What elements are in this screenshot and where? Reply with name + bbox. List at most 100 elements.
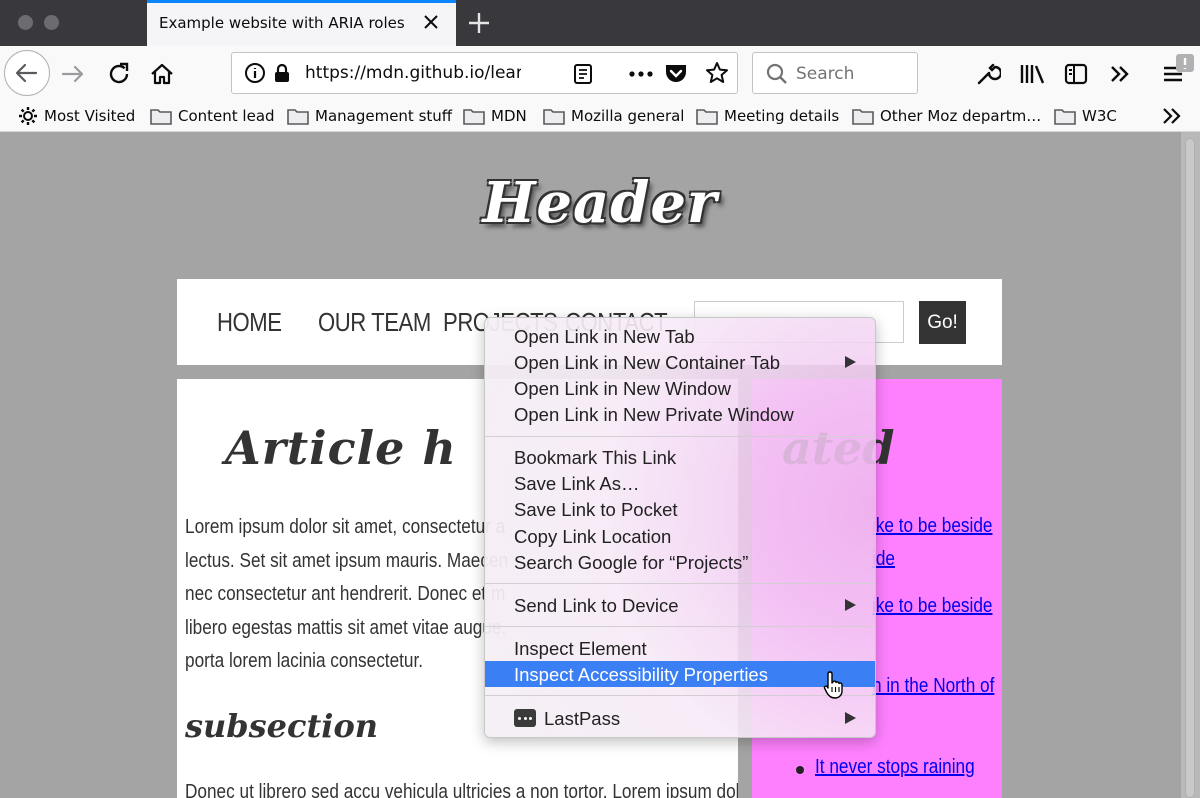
bookmarks-overflow-chevron-icon[interactable] xyxy=(1160,106,1184,126)
folder-icon xyxy=(852,109,874,125)
menu-item-open-new-window[interactable]: Open Link in New Window xyxy=(485,375,875,401)
aside-link[interactable]: ike to be beside xyxy=(872,515,992,538)
menu-item-copy-link-location[interactable]: Copy Link Location xyxy=(485,523,875,549)
search-placeholder: Search xyxy=(796,64,855,84)
bookmark-label: Meeting details xyxy=(724,107,840,125)
menu-item-label: Open Link in New Tab xyxy=(514,326,695,347)
menu-item-inspect-element[interactable]: Inspect Element xyxy=(485,635,875,661)
folder-icon xyxy=(287,109,309,125)
bookmark-label: Mozilla general xyxy=(571,107,685,125)
article-line: Donec ut librero sed accu vehicula ultri… xyxy=(185,781,738,798)
window-close-dot[interactable] xyxy=(18,15,33,30)
bookmark-label: Most Visited xyxy=(44,107,136,125)
bookmark-folder-management-stuff[interactable]: Management stuff xyxy=(287,105,452,127)
back-arrow-icon xyxy=(15,63,38,83)
menu-item-search-google[interactable]: Search Google for “Projects” xyxy=(485,549,875,575)
bookmark-label: MDN xyxy=(491,107,527,125)
browser-search-bar[interactable]: Search xyxy=(752,52,918,94)
bookmark-folder-mdn[interactable]: MDN xyxy=(463,105,527,127)
back-button[interactable] xyxy=(4,50,50,96)
bookmark-label: W3C xyxy=(1082,107,1117,125)
menu-item-label: Search Google for “Projects” xyxy=(514,552,749,573)
window-minimize-dot[interactable] xyxy=(44,15,59,30)
folder-icon xyxy=(1054,109,1076,125)
menu-item-send-to-device[interactable]: Send Link to Device xyxy=(485,592,875,618)
submenu-arrow-icon xyxy=(845,356,856,368)
bookmark-folder-w3c[interactable]: W3C xyxy=(1054,105,1117,127)
close-icon[interactable] xyxy=(419,10,443,34)
menu-item-label: Save Link As… xyxy=(514,473,640,494)
menu-separator xyxy=(485,626,875,627)
menu-item-label: Open Link in New Private Window xyxy=(514,404,794,425)
hand-cursor-icon xyxy=(823,671,843,699)
menu-item-bookmark-link[interactable]: Bookmark This Link xyxy=(485,444,875,470)
menu-item-label: Inspect Element xyxy=(514,638,647,659)
nav-link-our-team[interactable]: OUR TEAM xyxy=(318,307,431,338)
folder-icon xyxy=(696,109,718,125)
bookmark-folder-other-moz[interactable]: Other Moz departm… xyxy=(852,105,1041,127)
aside-link[interactable]: n in the North of xyxy=(872,675,994,698)
menu-icon[interactable] xyxy=(1160,54,1200,88)
bookmark-folder-content-lead[interactable]: Content lead xyxy=(150,105,275,127)
home-icon[interactable] xyxy=(149,61,175,87)
context-menu: Open Link in New Tab Open Link in New Co… xyxy=(484,317,876,738)
new-tab-icon[interactable] xyxy=(466,10,492,36)
menu-item-label: Open Link in New Window xyxy=(514,378,731,399)
bookmark-label: Management stuff xyxy=(315,107,453,125)
menu-item-save-link-as[interactable]: Save Link As… xyxy=(485,470,875,496)
menu-item-inspect-accessibility[interactable]: Inspect Accessibility Properties xyxy=(485,661,875,687)
bookmark-label: Content lead xyxy=(178,107,275,125)
url-bar[interactable]: https://mdn.github.io/learning-area xyxy=(231,52,738,94)
reader-view-icon[interactable] xyxy=(573,63,593,85)
menu-item-label: Copy Link Location xyxy=(514,526,672,547)
menu-item-label: Open Link in New Container Tab xyxy=(514,352,781,373)
bookmark-star-icon[interactable] xyxy=(705,61,729,85)
submenu-arrow-icon xyxy=(845,712,856,724)
bookmark-folder-meeting-details[interactable]: Meeting details xyxy=(696,105,839,127)
menu-item-label: Inspect Accessibility Properties xyxy=(514,664,768,685)
list-bullet xyxy=(796,766,804,774)
reload-icon[interactable] xyxy=(106,61,132,87)
menu-item-label: Save Link to Pocket xyxy=(514,499,678,520)
bookmark-folder-mozilla-general[interactable]: Mozilla general xyxy=(543,105,684,127)
search-icon xyxy=(766,63,787,84)
browser-tab[interactable]: Example website with ARIA roles xyxy=(147,0,456,46)
gear-icon xyxy=(19,107,37,125)
folder-icon xyxy=(463,109,485,125)
overflow-chevron-icon[interactable] xyxy=(1108,62,1132,86)
tab-title: Example website with ARIA roles xyxy=(159,14,405,32)
menu-separator xyxy=(485,583,875,584)
site-header-title: Header xyxy=(482,170,718,236)
page-actions-icon[interactable] xyxy=(628,70,654,78)
folder-icon xyxy=(543,109,565,125)
url-text[interactable]: https://mdn.github.io/learning-area xyxy=(305,63,521,83)
pocket-icon[interactable] xyxy=(664,62,688,84)
menu-item-label: LastPass xyxy=(544,708,621,729)
menu-item-open-container-tab[interactable]: Open Link in New Container Tab xyxy=(485,349,875,375)
bookmark-most-visited[interactable]: Most Visited xyxy=(18,105,135,127)
go-button[interactable]: Go! xyxy=(919,301,966,344)
nav-link-home[interactable]: HOME xyxy=(217,307,282,338)
bookmark-label: Other Moz departm… xyxy=(880,107,1042,125)
library-icon[interactable] xyxy=(1019,61,1047,87)
developer-tools-icon[interactable] xyxy=(975,61,1001,87)
sidebar-icon[interactable] xyxy=(1063,61,1089,87)
menu-item-label: Send Link to Device xyxy=(514,595,679,616)
menu-separator xyxy=(485,695,875,696)
aside-link[interactable]: It never stops raining xyxy=(815,756,975,779)
menu-item-open-private-window[interactable]: Open Link in New Private Window xyxy=(485,401,875,427)
article-heading: Article h xyxy=(225,421,457,475)
menu-item-lastpass[interactable]: LastPass xyxy=(485,705,875,731)
forward-icon[interactable] xyxy=(60,62,86,86)
menu-separator xyxy=(485,436,875,437)
menu-item-save-to-pocket[interactable]: Save Link to Pocket xyxy=(485,496,875,522)
menu-item-open-new-tab[interactable]: Open Link in New Tab xyxy=(485,323,875,349)
aside-link[interactable]: ike to be beside xyxy=(872,595,992,618)
subsection-heading: subsection xyxy=(185,707,379,745)
lastpass-icon xyxy=(514,709,536,727)
scrollbar-thumb[interactable] xyxy=(1185,138,1195,798)
menu-item-label: Bookmark This Link xyxy=(514,447,677,468)
lock-icon xyxy=(275,63,289,82)
folder-icon xyxy=(150,109,172,125)
info-icon[interactable] xyxy=(244,62,266,84)
